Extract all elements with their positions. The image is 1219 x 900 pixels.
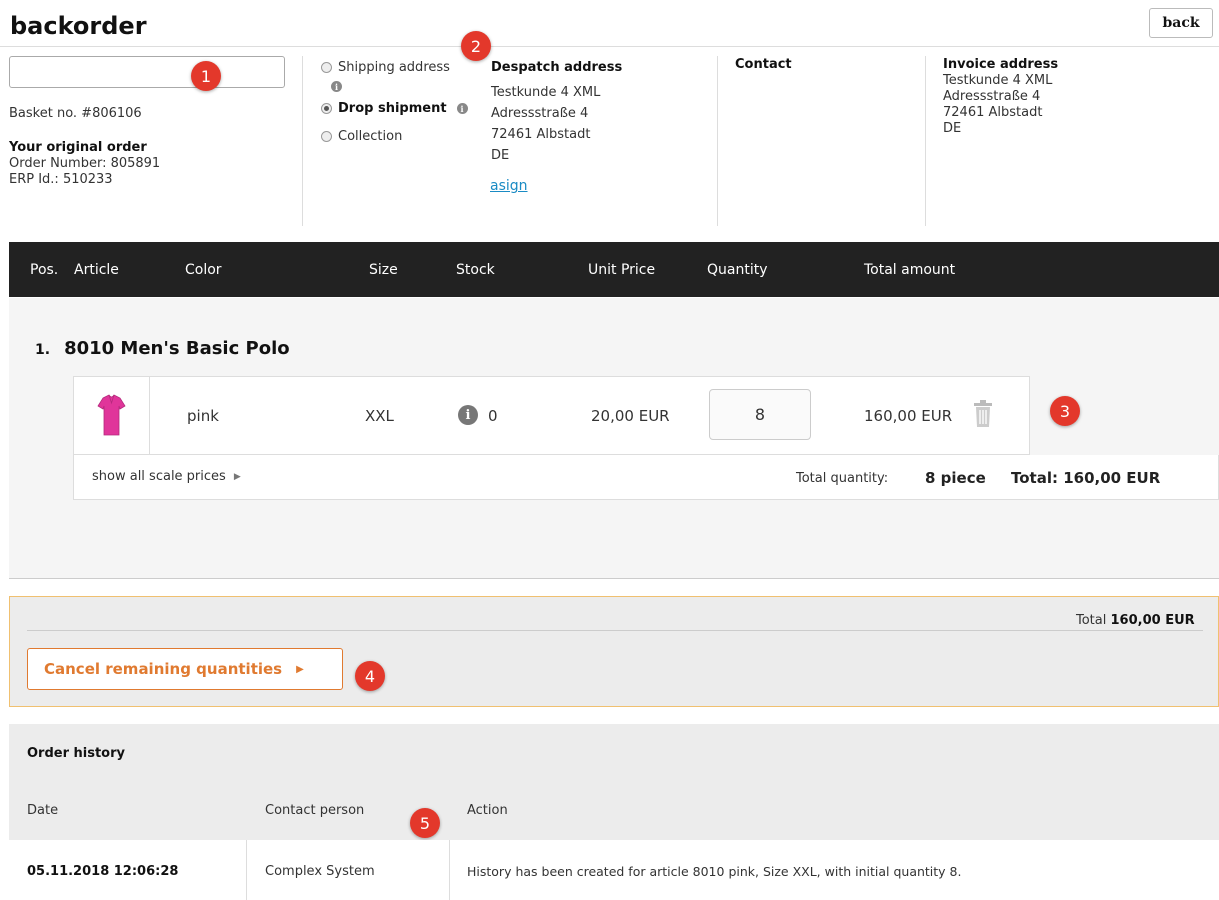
cell-divider <box>246 840 247 900</box>
col-header-color: Color <box>185 262 222 278</box>
history-date: 05.11.2018 12:06:28 <box>27 864 179 879</box>
product-thumbnail-cell <box>73 376 150 455</box>
header-divider <box>0 46 1219 47</box>
order-history-panel <box>9 724 1219 840</box>
history-col-contact: Contact person <box>265 803 365 818</box>
shipping-option-shipping-address[interactable]: Shipping address <box>321 60 450 75</box>
radio-selected-icon[interactable] <box>321 103 332 114</box>
polo-shirt-icon <box>97 394 126 436</box>
order-total: Total 160,00 EUR <box>1076 613 1195 628</box>
erp-id: ERP Id.: 510233 <box>9 172 113 187</box>
product-name: 8010 Men's Basic Polo <box>64 338 290 359</box>
history-col-action: Action <box>467 803 508 818</box>
order-history-title: Order history <box>27 746 126 761</box>
invoice-address-title: Invoice address <box>943 57 1059 72</box>
cancel-button-label: Cancel remaining quantities <box>44 660 283 678</box>
col-header-article: Article <box>74 262 119 278</box>
item-total-amount: 160,00 EUR <box>864 407 953 425</box>
despatch-line: Testkunde 4 XML <box>491 85 601 100</box>
original-order-label: Your original order <box>9 140 147 155</box>
shipping-option-collection[interactable]: Collection <box>321 129 402 144</box>
col-header-unit-price: Unit Price <box>588 262 656 278</box>
item-unit-price: 20,00 EUR <box>591 407 670 425</box>
history-col-date: Date <box>27 803 59 818</box>
trash-icon[interactable] <box>972 400 994 432</box>
cancel-remaining-quantities-button[interactable]: Cancel remaining quantities ▶ <box>27 648 343 690</box>
back-button[interactable]: back <box>1149 8 1213 38</box>
radio-icon[interactable] <box>321 131 332 142</box>
marker-1: 1 <box>191 61 221 91</box>
marker-4: 4 <box>355 661 385 691</box>
total-divider <box>27 630 1203 631</box>
basket-name-input[interactable] <box>9 56 285 88</box>
quantity-input[interactable]: 8 <box>709 389 811 440</box>
order-number: Order Number: 805891 <box>9 156 161 171</box>
marker-5: 5 <box>410 808 440 838</box>
info-icon[interactable]: i <box>458 405 478 425</box>
triangle-right-icon: ▶ <box>233 471 241 482</box>
order-total-value: 160,00 EUR <box>1110 613 1195 628</box>
marker-3: 3 <box>1050 396 1080 426</box>
despatch-line: Adressstraße 4 <box>491 106 589 121</box>
item-stock: 0 <box>488 407 498 425</box>
radio-icon[interactable] <box>321 62 332 73</box>
col-header-size: Size <box>369 262 398 278</box>
total-quantity-label: Total quantity: <box>796 471 889 486</box>
col-header-stock: Stock <box>456 262 495 278</box>
col-header-total-amount: Total amount <box>864 262 956 278</box>
show-scale-prices-link[interactable]: show all scale prices ▶ <box>92 469 241 484</box>
column-divider <box>717 56 718 226</box>
basket-number: Basket no. #806106 <box>9 106 142 121</box>
page-title: backorder <box>10 12 147 40</box>
triangle-right-icon: ▶ <box>296 663 304 675</box>
product-title: 1. 8010 Men's Basic Polo <box>35 338 290 359</box>
shipping-option-drop-shipment[interactable]: Drop shipment i <box>321 101 468 116</box>
total-quantity-value: 8 piece <box>925 469 986 487</box>
item-total: Total: 160,00 EUR <box>1011 469 1161 487</box>
despatch-address-title: Despatch address <box>491 60 623 75</box>
marker-2: 2 <box>461 31 491 61</box>
invoice-line: Testkunde 4 XML <box>943 73 1053 88</box>
history-action: History has been created for article 801… <box>467 864 962 879</box>
order-total-label: Total <box>1076 613 1107 628</box>
invoice-line: Adressstraße 4 <box>943 89 1041 104</box>
info-icon[interactable]: i <box>456 103 468 114</box>
item-color: pink <box>187 407 219 425</box>
info-icon[interactable]: i <box>331 81 342 92</box>
column-divider <box>925 56 926 226</box>
invoice-line: DE <box>943 121 962 136</box>
cell-divider <box>449 840 450 900</box>
item-size: XXL <box>365 407 394 425</box>
despatch-line: 72461 Albstadt <box>491 127 591 142</box>
invoice-line: 72461 Albstadt <box>943 105 1043 120</box>
contact-title: Contact <box>735 57 792 72</box>
product-position: 1. <box>35 342 51 358</box>
despatch-line: DE <box>491 148 510 163</box>
col-header-pos: Pos. <box>30 262 59 278</box>
history-contact: Complex System <box>265 864 375 879</box>
column-divider <box>302 56 303 226</box>
assign-address-link[interactable]: asign <box>490 178 528 194</box>
col-header-quantity: Quantity <box>707 262 768 278</box>
